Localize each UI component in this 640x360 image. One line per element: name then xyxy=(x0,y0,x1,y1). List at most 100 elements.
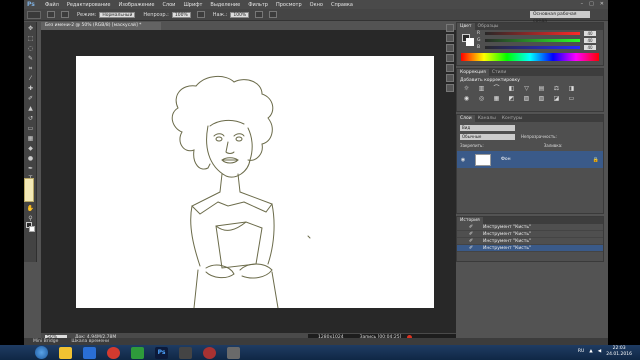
layer-kind-select[interactable]: Вид xyxy=(460,124,515,131)
mode-select[interactable]: Нормальный xyxy=(99,11,136,18)
color-spectrum[interactable] xyxy=(461,53,599,61)
curves-icon[interactable]: ⌒ xyxy=(492,85,501,92)
menu-window[interactable]: Окно xyxy=(310,2,323,8)
start-button[interactable] xyxy=(35,346,48,359)
gradient-tool-icon[interactable]: ▦ xyxy=(26,135,35,142)
brush-preset-icon[interactable] xyxy=(27,10,41,19)
pressure-size-icon[interactable] xyxy=(269,11,278,18)
flow-input[interactable]: 100% xyxy=(230,11,250,18)
document-tab[interactable]: Без имени-2 @ 50% (RGB/8) [маскуслй] * xyxy=(41,22,161,30)
brightness-icon[interactable]: ☼ xyxy=(462,85,471,92)
menu-view[interactable]: Просмотр xyxy=(276,2,302,8)
color-slider-r[interactable] xyxy=(485,32,580,35)
blur-tool-icon[interactable]: ◆ xyxy=(26,145,35,152)
hand-tool-icon[interactable]: ✋ xyxy=(26,205,35,212)
color-value-b[interactable]: 40 xyxy=(584,45,596,50)
levels-icon[interactable]: ▥ xyxy=(477,85,486,92)
background-color-swatch[interactable] xyxy=(29,226,35,232)
pressure-opacity-icon[interactable] xyxy=(196,11,205,18)
tab-color[interactable]: Цвет xyxy=(457,23,475,30)
close-button[interactable]: ✕ xyxy=(600,1,604,7)
app-icon[interactable] xyxy=(227,346,240,359)
opera-icon[interactable] xyxy=(107,346,120,359)
workspace-select[interactable]: Основная рабочая среда xyxy=(530,11,590,24)
color-lookup-icon[interactable]: ▦ xyxy=(492,95,501,102)
tab-mini-bridge[interactable]: Mini Bridge xyxy=(29,339,62,344)
volume-icon[interactable]: ◀ xyxy=(598,349,601,354)
crop-tool-icon[interactable]: ⌗ xyxy=(26,65,35,72)
menu-layers[interactable]: Слои xyxy=(162,2,175,8)
vibrance-icon[interactable]: ▽ xyxy=(522,85,531,92)
character-panel-icon[interactable] xyxy=(446,74,454,82)
menu-filter[interactable]: Фильтр xyxy=(248,2,268,8)
visibility-eye-icon[interactable]: ◉ xyxy=(459,157,467,163)
tab-swatches[interactable]: Образцы xyxy=(475,24,502,29)
dodge-tool-icon[interactable]: ● xyxy=(26,155,35,162)
color-value-g[interactable]: 40 xyxy=(584,38,596,43)
minimize-button[interactable]: – xyxy=(581,1,584,7)
clone-source-panel-icon[interactable] xyxy=(446,64,454,72)
tab-layers[interactable]: Слои xyxy=(457,115,475,122)
exposure-icon[interactable]: ◧ xyxy=(507,85,516,92)
photo-filter-icon[interactable]: ◉ xyxy=(462,95,471,102)
gradient-map-icon[interactable]: ▭ xyxy=(567,95,576,102)
recorder-app-icon[interactable] xyxy=(203,346,216,359)
menu-image[interactable]: Изображение xyxy=(118,2,154,8)
maximize-button[interactable]: □ xyxy=(589,1,594,7)
move-tool-icon[interactable]: ✥ xyxy=(26,25,35,32)
hue-saturation-icon[interactable]: ▤ xyxy=(537,85,546,92)
history-item[interactable]: ✐ Инструмент "Кисть" xyxy=(457,224,603,231)
drawing-canvas[interactable] xyxy=(76,56,434,308)
blend-mode-select[interactable]: Обычные xyxy=(460,133,515,140)
brush-panel-toggle-icon[interactable] xyxy=(61,11,69,18)
language-indicator[interactable]: RU xyxy=(578,349,584,354)
history-item-selected[interactable]: ✐ Инструмент "Кисть" xyxy=(457,245,603,252)
layer-row-background[interactable]: ◉ Фон 🔒 xyxy=(457,151,603,168)
tab-adjustments[interactable]: Коррекция xyxy=(457,69,489,76)
marquee-tool-icon[interactable]: ⬚ xyxy=(26,35,35,42)
menu-edit[interactable]: Редактирование xyxy=(67,2,111,8)
tab-history[interactable]: История xyxy=(457,217,483,224)
lasso-tool-icon[interactable]: ◌ xyxy=(26,45,35,52)
zoom-tool-icon[interactable]: ⚲ xyxy=(26,215,35,222)
brush-panel-icon[interactable] xyxy=(446,54,454,62)
paragraph-panel-icon[interactable] xyxy=(446,84,454,92)
tab-paths[interactable]: Контуры xyxy=(499,116,526,121)
menu-type[interactable]: Шрифт xyxy=(183,2,202,8)
color-value-r[interactable]: 40 xyxy=(584,31,596,36)
stamp-tool-icon[interactable]: ▲ xyxy=(26,105,35,112)
media-player-icon[interactable] xyxy=(179,346,192,359)
selective-color-icon[interactable]: ◪ xyxy=(552,95,561,102)
posterize-icon[interactable]: ▨ xyxy=(522,95,531,102)
invert-icon[interactable]: ◩ xyxy=(507,95,516,102)
color-slider-b[interactable] xyxy=(485,46,580,49)
skype-icon[interactable] xyxy=(83,346,96,359)
torrent-icon[interactable] xyxy=(131,346,144,359)
explorer-icon[interactable] xyxy=(59,346,72,359)
eyedropper-tool-icon[interactable]: ⁄ xyxy=(26,75,35,82)
color-bg-swatch[interactable] xyxy=(466,38,474,46)
tab-timeline[interactable]: Шкала времени xyxy=(67,339,113,344)
color-balance-icon[interactable]: ⚖ xyxy=(552,85,561,92)
brush-tool-icon[interactable]: ✐ xyxy=(26,95,35,102)
opacity-input[interactable]: 100% xyxy=(171,11,191,18)
channel-mixer-icon[interactable]: ◎ xyxy=(477,95,486,102)
threshold-icon[interactable]: ▧ xyxy=(537,95,546,102)
tab-channels[interactable]: Каналы xyxy=(475,116,499,121)
menu-file[interactable]: Файл xyxy=(45,2,59,8)
tab-styles[interactable]: Стили xyxy=(489,70,510,75)
history-brush-tool-icon[interactable]: ↺ xyxy=(26,115,35,122)
airbrush-icon[interactable] xyxy=(255,11,264,18)
color-slider-g[interactable] xyxy=(485,39,580,42)
history-panel-icon[interactable] xyxy=(446,24,454,32)
menu-help[interactable]: Справка xyxy=(331,2,353,8)
quick-select-tool-icon[interactable]: ✎ xyxy=(26,55,35,62)
properties-panel-icon[interactable] xyxy=(446,34,454,42)
black-white-icon[interactable]: ◨ xyxy=(567,85,576,92)
history-item[interactable]: ✐ Инструмент "Кисть" xyxy=(457,231,603,238)
history-item[interactable]: ✐ Инструмент "Кисть" xyxy=(457,238,603,245)
brush-size-picker[interactable] xyxy=(47,11,55,18)
pen-tool-icon[interactable]: ✒ xyxy=(26,165,35,172)
eraser-tool-icon[interactable]: ▭ xyxy=(26,125,35,132)
network-icon[interactable]: ▲ xyxy=(589,349,592,354)
